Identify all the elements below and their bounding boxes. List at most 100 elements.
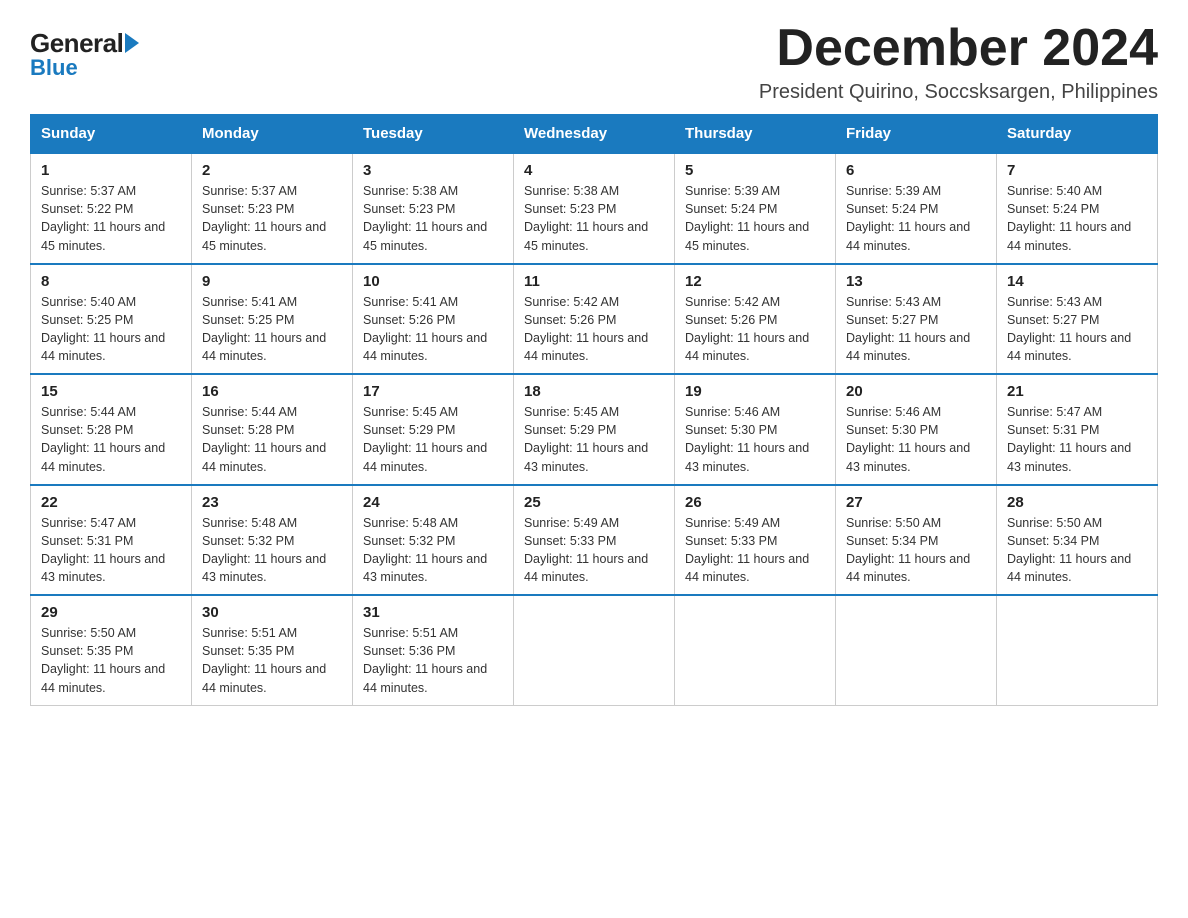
table-row: 11 Sunrise: 5:42 AMSunset: 5:26 PMDayligh…: [514, 264, 675, 375]
day-number: 12: [685, 273, 825, 290]
table-row: 25 Sunrise: 5:49 AMSunset: 5:33 PMDayligh…: [514, 485, 675, 596]
table-row: 9 Sunrise: 5:41 AMSunset: 5:25 PMDaylight…: [192, 264, 353, 375]
table-row: 31 Sunrise: 5:51 AMSunset: 5:36 PMDayligh…: [353, 595, 514, 705]
day-info: Sunrise: 5:47 AMSunset: 5:31 PMDaylight:…: [41, 514, 181, 587]
table-row: 4 Sunrise: 5:38 AMSunset: 5:23 PMDaylight…: [514, 153, 675, 264]
table-row: 22 Sunrise: 5:47 AMSunset: 5:31 PMDayligh…: [31, 485, 192, 596]
day-info: Sunrise: 5:38 AMSunset: 5:23 PMDaylight:…: [524, 182, 664, 255]
logo-arrow-icon: [125, 33, 139, 53]
table-row: 1 Sunrise: 5:37 AMSunset: 5:22 PMDaylight…: [31, 153, 192, 264]
day-number: 31: [363, 604, 503, 621]
table-row: [514, 595, 675, 705]
day-number: 14: [1007, 273, 1147, 290]
day-info: Sunrise: 5:38 AMSunset: 5:23 PMDaylight:…: [363, 182, 503, 255]
col-tuesday: Tuesday: [353, 115, 514, 154]
table-row: 2Sunrise: 5:37 AMSunset: 5:23 PMDaylight…: [192, 153, 353, 264]
table-row: [675, 595, 836, 705]
table-row: 23 Sunrise: 5:48 AMSunset: 5:32 PMDayligh…: [192, 485, 353, 596]
day-info: Sunrise: 5:37 AMSunset: 5:23 PMDaylight:…: [202, 182, 342, 255]
day-number: 3: [363, 162, 503, 179]
col-wednesday: Wednesday: [514, 115, 675, 154]
table-row: 14 Sunrise: 5:43 AMSunset: 5:27 PMDayligh…: [997, 264, 1158, 375]
table-row: 3 Sunrise: 5:38 AMSunset: 5:23 PMDaylight…: [353, 153, 514, 264]
calendar-header-row: Sunday Monday Tuesday Wednesday Thursday…: [31, 115, 1158, 154]
day-info: Sunrise: 5:49 AMSunset: 5:33 PMDaylight:…: [685, 514, 825, 587]
day-number: 19: [685, 383, 825, 400]
col-thursday: Thursday: [675, 115, 836, 154]
day-info: Sunrise: 5:40 AMSunset: 5:24 PMDaylight:…: [1007, 182, 1147, 255]
col-monday: Monday: [192, 115, 353, 154]
day-info: Sunrise: 5:46 AMSunset: 5:30 PMDaylight:…: [846, 403, 986, 476]
table-row: 18 Sunrise: 5:45 AMSunset: 5:29 PMDayligh…: [514, 374, 675, 485]
table-row: 10 Sunrise: 5:41 AMSunset: 5:26 PMDayligh…: [353, 264, 514, 375]
day-info: Sunrise: 5:43 AMSunset: 5:27 PMDaylight:…: [846, 293, 986, 366]
col-friday: Friday: [836, 115, 997, 154]
calendar-week-row: 29Sunrise: 5:50 AMSunset: 5:35 PMDayligh…: [31, 595, 1158, 705]
table-row: 20 Sunrise: 5:46 AMSunset: 5:30 PMDayligh…: [836, 374, 997, 485]
location-subtitle: President Quirino, Soccsksargen, Philipp…: [759, 81, 1158, 104]
table-row: 5 Sunrise: 5:39 AMSunset: 5:24 PMDaylight…: [675, 153, 836, 264]
day-number: 10: [363, 273, 503, 290]
day-info: Sunrise: 5:41 AMSunset: 5:26 PMDaylight:…: [363, 293, 503, 366]
logo: General Blue: [30, 20, 139, 81]
day-info: Sunrise: 5:51 AMSunset: 5:36 PMDaylight:…: [363, 624, 503, 697]
day-number: 9: [202, 273, 342, 290]
table-row: 8 Sunrise: 5:40 AMSunset: 5:25 PMDaylight…: [31, 264, 192, 375]
day-info: Sunrise: 5:49 AMSunset: 5:33 PMDaylight:…: [524, 514, 664, 587]
table-row: 26Sunrise: 5:49 AMSunset: 5:33 PMDayligh…: [675, 485, 836, 596]
day-number: 27: [846, 494, 986, 511]
day-number: 29: [41, 604, 181, 621]
col-sunday: Sunday: [31, 115, 192, 154]
day-info: Sunrise: 5:42 AMSunset: 5:26 PMDaylight:…: [524, 293, 664, 366]
col-saturday: Saturday: [997, 115, 1158, 154]
day-number: 1: [41, 162, 181, 179]
day-info: Sunrise: 5:44 AMSunset: 5:28 PMDaylight:…: [41, 403, 181, 476]
calendar-week-row: 15Sunrise: 5:44 AMSunset: 5:28 PMDayligh…: [31, 374, 1158, 485]
table-row: 19Sunrise: 5:46 AMSunset: 5:30 PMDayligh…: [675, 374, 836, 485]
day-number: 20: [846, 383, 986, 400]
day-number: 17: [363, 383, 503, 400]
table-row: 21 Sunrise: 5:47 AMSunset: 5:31 PMDayligh…: [997, 374, 1158, 485]
day-info: Sunrise: 5:48 AMSunset: 5:32 PMDaylight:…: [363, 514, 503, 587]
table-row: 7Sunrise: 5:40 AMSunset: 5:24 PMDaylight…: [997, 153, 1158, 264]
title-area: December 2024 President Quirino, Soccsks…: [759, 20, 1158, 104]
calendar-week-row: 8 Sunrise: 5:40 AMSunset: 5:25 PMDaylight…: [31, 264, 1158, 375]
table-row: 13Sunrise: 5:43 AMSunset: 5:27 PMDayligh…: [836, 264, 997, 375]
calendar-week-row: 22 Sunrise: 5:47 AMSunset: 5:31 PMDayligh…: [31, 485, 1158, 596]
day-number: 6: [846, 162, 986, 179]
day-info: Sunrise: 5:41 AMSunset: 5:25 PMDaylight:…: [202, 293, 342, 366]
day-number: 18: [524, 383, 664, 400]
day-number: 24: [363, 494, 503, 511]
day-info: Sunrise: 5:39 AMSunset: 5:24 PMDaylight:…: [846, 182, 986, 255]
day-info: Sunrise: 5:37 AMSunset: 5:22 PMDaylight:…: [41, 182, 181, 255]
page-header: General Blue December 2024 President Qui…: [30, 20, 1158, 104]
day-info: Sunrise: 5:42 AMSunset: 5:26 PMDaylight:…: [685, 293, 825, 366]
day-info: Sunrise: 5:51 AMSunset: 5:35 PMDaylight:…: [202, 624, 342, 697]
day-info: Sunrise: 5:50 AMSunset: 5:34 PMDaylight:…: [1007, 514, 1147, 587]
day-number: 4: [524, 162, 664, 179]
day-info: Sunrise: 5:45 AMSunset: 5:29 PMDaylight:…: [363, 403, 503, 476]
day-number: 16: [202, 383, 342, 400]
table-row: [836, 595, 997, 705]
day-number: 8: [41, 273, 181, 290]
day-number: 11: [524, 273, 664, 290]
day-info: Sunrise: 5:45 AMSunset: 5:29 PMDaylight:…: [524, 403, 664, 476]
day-info: Sunrise: 5:40 AMSunset: 5:25 PMDaylight:…: [41, 293, 181, 366]
day-number: 25: [524, 494, 664, 511]
day-number: 22: [41, 494, 181, 511]
day-info: Sunrise: 5:47 AMSunset: 5:31 PMDaylight:…: [1007, 403, 1147, 476]
day-info: Sunrise: 5:43 AMSunset: 5:27 PMDaylight:…: [1007, 293, 1147, 366]
table-row: 29Sunrise: 5:50 AMSunset: 5:35 PMDayligh…: [31, 595, 192, 705]
day-info: Sunrise: 5:44 AMSunset: 5:28 PMDaylight:…: [202, 403, 342, 476]
day-number: 30: [202, 604, 342, 621]
table-row: 6 Sunrise: 5:39 AMSunset: 5:24 PMDaylight…: [836, 153, 997, 264]
logo-blue: Blue: [30, 55, 78, 81]
day-info: Sunrise: 5:48 AMSunset: 5:32 PMDaylight:…: [202, 514, 342, 587]
day-number: 21: [1007, 383, 1147, 400]
table-row: 12 Sunrise: 5:42 AMSunset: 5:26 PMDayligh…: [675, 264, 836, 375]
table-row: 24 Sunrise: 5:48 AMSunset: 5:32 PMDayligh…: [353, 485, 514, 596]
day-info: Sunrise: 5:39 AMSunset: 5:24 PMDaylight:…: [685, 182, 825, 255]
day-number: 5: [685, 162, 825, 179]
table-row: 15Sunrise: 5:44 AMSunset: 5:28 PMDayligh…: [31, 374, 192, 485]
day-number: 23: [202, 494, 342, 511]
